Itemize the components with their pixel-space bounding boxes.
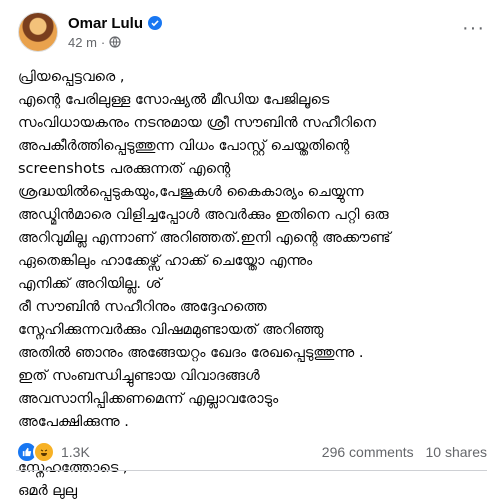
post-line: ശ്രദ്ധയിൽപ്പെടുകയും,പേജുകൾ കൈകാര്യം ചെയ്… (18, 184, 364, 200)
author-meta: Omar Lulu 42 m · (68, 15, 163, 50)
post-timestamp[interactable]: 42 m (68, 35, 97, 50)
post-stats: 296 comments 10 shares (314, 444, 487, 460)
author-name-row: Omar Lulu (68, 15, 163, 32)
reaction-count: 1.3K (61, 444, 90, 460)
post-line: പ്രിയപ്പെട്ടവരെ , (18, 69, 125, 85)
signature-line: ഒമർ ലുലു (18, 483, 78, 499)
author-avatar[interactable] (18, 12, 58, 52)
post-line: സംവിധായകനും നടനുമായ ശ്രീ സൗബിൻ സഹീറിനെ (18, 115, 376, 131)
post-line: ഇത് സംബന്ധിച്ചുണ്ടായ വിവാദങ്ങൾ (18, 368, 260, 384)
post-footer: 1.3K 296 comments 10 shares (16, 440, 487, 464)
post-line: എന്റെ പേരിലുള്ള സോഷ്യൽ മീഡിയ പേജിലൂടെ (18, 92, 330, 108)
facebook-post: Omar Lulu 42 m · ··· പ്രിയപ്പെട്ടവരെ , എ… (0, 0, 503, 499)
post-line: അപേക്ഷിക്കുന്നു . (18, 414, 129, 430)
reactions-summary[interactable]: 1.3K (16, 441, 90, 463)
post-line: അറിവുമില്ല എന്നാണ് അറിഞ്ഞത്.ഇനി എന്റെ അക… (18, 230, 391, 246)
author-name[interactable]: Omar Lulu (68, 15, 143, 32)
verified-badge-icon (148, 16, 163, 30)
post-line: screenshots പരക്കുന്നത് എന്റെ (18, 161, 231, 177)
post-line: സ്നേഹിക്കുന്നവർക്കും വിഷമമുണ്ടായത് അറിഞ്… (18, 322, 324, 338)
haha-reaction-icon (33, 441, 55, 463)
post-line: എനിക്ക് അറിയില്ല. ശ് (18, 276, 162, 292)
shares-count-link[interactable]: 10 shares (426, 444, 487, 460)
post-body: പ്രിയപ്പെട്ടവരെ , എന്റെ പേരിലുള്ള സോഷ്യൽ… (18, 66, 488, 503)
post-subline: 42 m · (68, 35, 162, 50)
post-line: അതിൽ ഞാനും അങ്ങേയറ്റം ഖേദം രേഖപ്പെടുത്തു… (18, 345, 364, 361)
post-header: Omar Lulu 42 m · (18, 12, 163, 52)
post-line: അപകീർത്തിപ്പെടുത്തുന്ന വിധം പോസ്റ്റ് ചെയ… (18, 138, 350, 154)
more-options-icon[interactable]: ··· (462, 18, 485, 38)
globe-icon[interactable] (109, 36, 121, 48)
separator-dot: · (100, 34, 106, 50)
comments-count-link[interactable]: 296 comments (322, 444, 414, 460)
post-line: അവസാനിപ്പിക്കണമെന്ന് എല്ലാവരോടും (18, 391, 279, 407)
post-line: ഏതെങ്കിലും ഹാക്കേഴ്സ് ഹാക്ക് ചെയ്തോ എന്ന… (18, 253, 313, 269)
post-line: രീ സൗബിൻ സഹീറിനും അദ്ദേഹത്തെ (18, 299, 267, 315)
footer-divider (16, 470, 487, 471)
post-line: അഡ്മിൻമാരെ വിളിച്ചപ്പോൾ അവർക്കും ഇതിനെ പ… (18, 207, 389, 223)
